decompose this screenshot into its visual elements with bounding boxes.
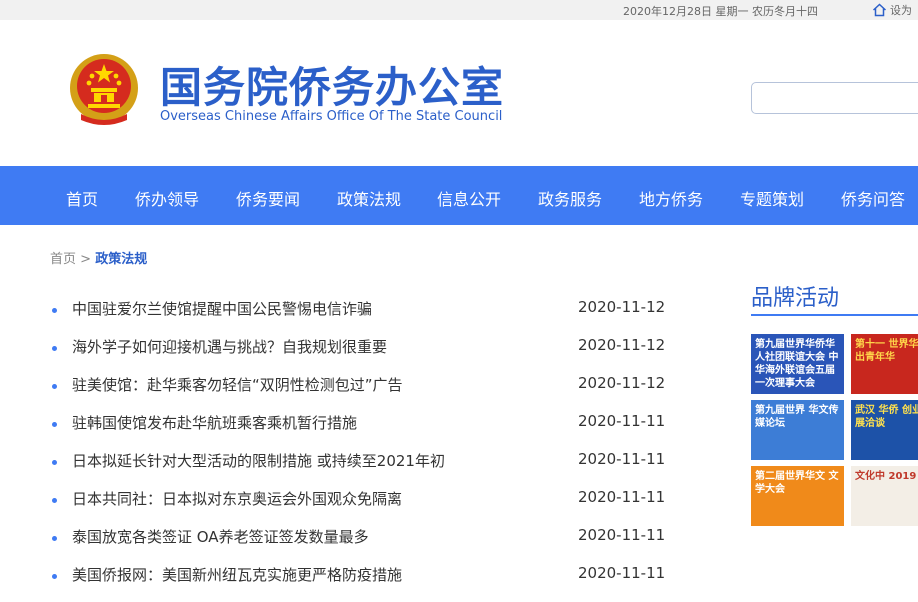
brand-tile-wuhan-fair[interactable]: 武汉 华侨 创业发展洽谈	[851, 400, 918, 460]
set-homepage-label: 设为	[890, 4, 912, 17]
list-item: 海外学子如何迎接机遇与挑战？自我规划很重要 2020-11-12	[50, 336, 670, 374]
list-item: 泰国放宽各类签证 OA养老签证签发数量最多 2020-11-11	[50, 526, 670, 564]
brand-activities-heading: 品牌活动	[751, 286, 840, 311]
nav-item-services[interactable]: 政务服务	[538, 186, 602, 210]
bullet-icon	[52, 422, 57, 427]
breadcrumb: 首页 > 政策法规	[50, 248, 147, 267]
article-date: 2020-11-11	[578, 564, 666, 582]
article-date: 2020-11-12	[578, 336, 666, 354]
list-item: 日本共同社：日本拟对东京奥运会外国观众免隔离 2020-11-11	[50, 488, 670, 526]
brand-tile-culture-china[interactable]: 文化中 2019	[851, 466, 918, 526]
nav-item-special-topics[interactable]: 专题策划	[740, 186, 804, 210]
breadcrumb-separator: >	[80, 252, 92, 267]
site-title-chinese: 国务院侨务办公室	[160, 63, 505, 112]
home-icon	[872, 3, 887, 17]
article-title-link[interactable]: 日本共同社：日本拟对东京奥运会外国观众免隔离	[72, 488, 402, 509]
bullet-icon	[52, 346, 57, 351]
main-nav: 首页 侨办领导 侨务要闻 政策法规 信息公开 政务服务 地方侨务 专题策划 侨务…	[0, 166, 918, 225]
article-date: 2020-11-11	[578, 450, 666, 468]
article-date: 2020-11-11	[578, 412, 666, 430]
list-item: 驻韩国使馆发布赴华航班乘客乘机暂行措施 2020-11-11	[50, 412, 670, 450]
nav-item-news[interactable]: 侨务要闻	[236, 186, 300, 210]
list-item: 日本拟延长针对大型活动的限制措施 或持续至2021年初 2020-11-11	[50, 450, 670, 488]
set-homepage-link[interactable]: 设为	[872, 2, 912, 18]
article-title-link[interactable]: 美国侨报网：美国新州纽瓦克实施更严格防疫措施	[72, 564, 402, 585]
bullet-icon	[52, 384, 57, 389]
article-title-link[interactable]: 中国驻爱尔兰使馆提醒中国公民警惕电信诈骗	[72, 298, 372, 319]
list-item: 美国侨报网：美国新州纽瓦克实施更严格防疫措施 2020-11-11	[50, 564, 670, 602]
nav-item-qa[interactable]: 侨务问答	[841, 186, 905, 210]
article-list: 中国驻爱尔兰使馆提醒中国公民警惕电信诈骗 2020-11-12 海外学子如何迎接机…	[50, 298, 670, 602]
nav-item-home[interactable]: 首页	[66, 186, 98, 210]
brand-tile-youth-entrepreneurs[interactable]: 第十一 世界华 杰出青年华	[851, 334, 918, 394]
article-title-link[interactable]: 驻韩国使馆发布赴华航班乘客乘机暂行措施	[72, 412, 357, 433]
site-title-english: Overseas Chinese Affairs Office Of The S…	[160, 109, 503, 124]
brand-tile-overseas-association[interactable]: 第九届世界华侨华人社团联谊大会 中华海外联谊会五届一次理事大会	[751, 334, 844, 394]
bullet-icon	[52, 574, 57, 579]
search-input[interactable]	[751, 82, 918, 114]
brand-tile-media-forum[interactable]: 第九届世界 华文传媒论坛	[751, 400, 844, 460]
date-text: 2020年12月28日 星期一 农历冬月十四	[623, 5, 818, 18]
article-date: 2020-11-12	[578, 374, 666, 392]
list-item: 中国驻爱尔兰使馆提醒中国公民警惕电信诈骗 2020-11-12	[50, 298, 670, 336]
heading-underline	[751, 314, 918, 316]
site-header: 国务院侨务办公室 Overseas Chinese Affairs Office…	[0, 20, 918, 166]
nav-item-info-disclosure[interactable]: 信息公开	[437, 186, 501, 210]
breadcrumb-current[interactable]: 政策法规	[95, 252, 147, 267]
bullet-icon	[52, 308, 57, 313]
breadcrumb-home[interactable]: 首页	[50, 252, 76, 267]
nav-item-policies[interactable]: 政策法规	[337, 186, 401, 210]
top-bar: 2020年12月28日 星期一 农历冬月十四 设为	[0, 0, 918, 20]
article-title-link[interactable]: 海外学子如何迎接机遇与挑战？自我规划很重要	[72, 336, 387, 357]
national-emblem-icon	[70, 54, 138, 125]
article-date: 2020-11-12	[578, 298, 666, 316]
bullet-icon	[52, 498, 57, 503]
nav-item-leaders[interactable]: 侨办领导	[135, 186, 199, 210]
list-item: 驻美使馆：赴华乘客勿轻信“双阴性检测包过”广告 2020-11-12	[50, 374, 670, 412]
article-title-link[interactable]: 泰国放宽各类签证 OA养老签证签发数量最多	[72, 526, 369, 547]
article-title-link[interactable]: 驻美使馆：赴华乘客勿轻信“双阴性检测包过”广告	[72, 374, 403, 395]
bullet-icon	[52, 536, 57, 541]
brand-tile-literature-conference[interactable]: 第二届世界华文 文学大会	[751, 466, 844, 526]
nav-item-local-affairs[interactable]: 地方侨务	[639, 186, 703, 210]
article-title-link[interactable]: 日本拟延长针对大型活动的限制措施 或持续至2021年初	[72, 450, 445, 471]
article-date: 2020-11-11	[578, 488, 666, 506]
article-date: 2020-11-11	[578, 526, 666, 544]
bullet-icon	[52, 460, 57, 465]
